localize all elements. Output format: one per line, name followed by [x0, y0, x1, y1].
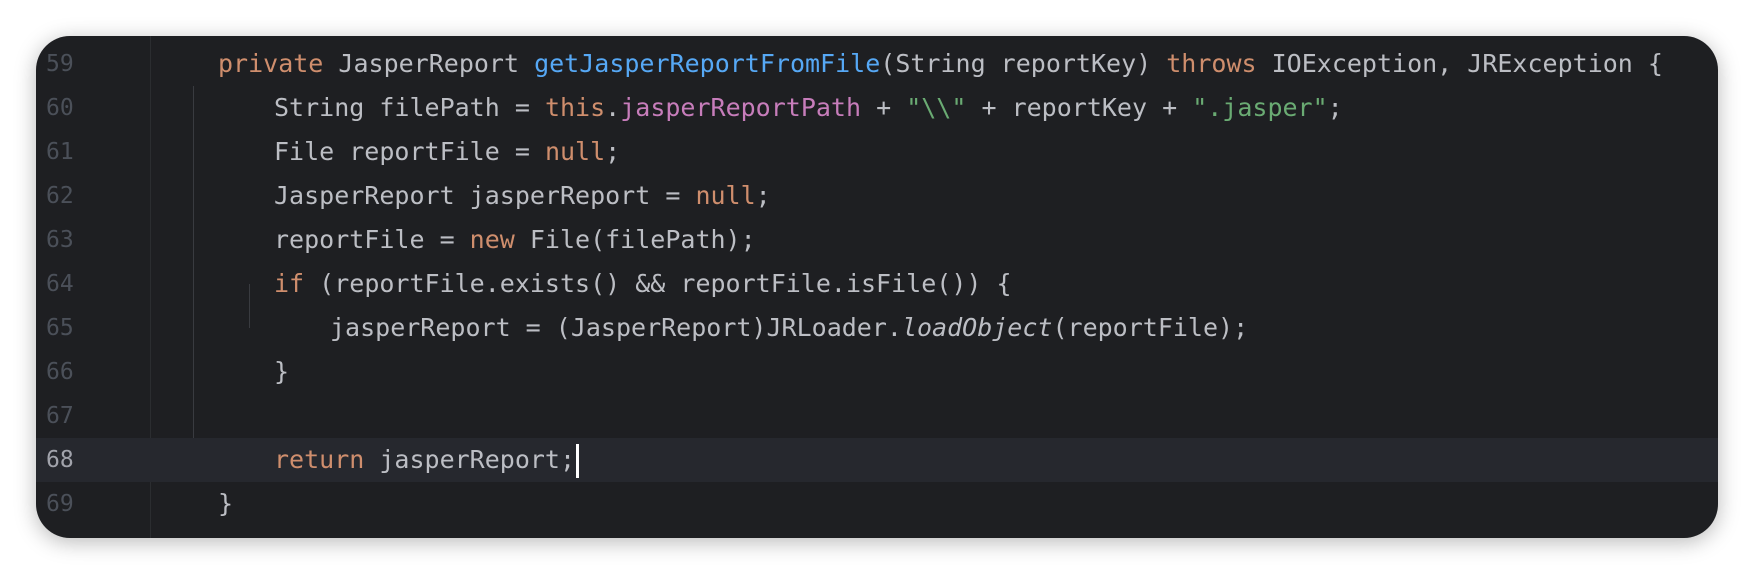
method-name-token: getJasperReportFromFile: [534, 49, 881, 78]
code-line[interactable]: 60 String filePath = this.jasperReportPat…: [36, 86, 1718, 130]
code-token: ;: [605, 137, 621, 166]
keyword-token: null: [695, 181, 756, 210]
text-caret: [576, 444, 580, 478]
code-line[interactable]: 61 File reportFile = null;: [36, 130, 1718, 174]
code-lines[interactable]: 59 private JasperReport getJasperReportFr…: [36, 42, 1718, 526]
code-text[interactable]: return jasperReport;: [274, 438, 580, 482]
code-line[interactable]: 66}: [36, 350, 1718, 394]
code-token: +: [861, 93, 907, 122]
code-token: reportFile =: [274, 225, 470, 254]
code-token: (String reportKey): [880, 49, 1167, 78]
code-text[interactable]: jasperReport = (JasperReport)JRLoader.lo…: [330, 306, 1248, 350]
code-line[interactable]: 63 reportFile = new File(filePath);: [36, 218, 1718, 262]
string-literal-token: ".jasper": [1192, 93, 1328, 122]
keyword-token: if: [274, 269, 305, 298]
line-number[interactable]: 67: [46, 394, 106, 438]
code-token: (reportFile);: [1052, 313, 1249, 342]
code-line[interactable]: 68 return jasperReport;: [36, 438, 1718, 482]
code-token: JasperReport: [323, 49, 535, 78]
code-line[interactable]: 62 JasperReport jasperReport = null;: [36, 174, 1718, 218]
static-call-token: loadObject: [901, 313, 1053, 342]
code-text[interactable]: if (reportFile.exists() && reportFile.is…: [274, 262, 1012, 306]
line-number[interactable]: 62: [46, 174, 106, 218]
code-text[interactable]: JasperReport jasperReport = null;: [274, 174, 771, 218]
keyword-token: return: [274, 445, 365, 474]
code-line[interactable]: 64 if (reportFile.exists() && reportFile.…: [36, 262, 1718, 306]
line-number[interactable]: 64: [46, 262, 106, 306]
code-token: IOException, JRException {: [1256, 49, 1663, 78]
code-token: String filePath =: [274, 93, 545, 122]
code-text[interactable]: String filePath = this.jasperReportPath …: [274, 86, 1343, 130]
line-number[interactable]: 59: [46, 42, 106, 86]
code-text[interactable]: reportFile = new File(filePath);: [274, 218, 756, 262]
line-number[interactable]: 68: [46, 438, 106, 482]
code-text[interactable]: }: [274, 350, 289, 394]
keyword-token: private: [218, 49, 324, 78]
keyword-token: null: [544, 137, 606, 166]
code-line[interactable]: 59 private JasperReport getJasperReportFr…: [36, 42, 1718, 86]
code-token: .: [605, 93, 621, 122]
code-token: File(filePath);: [514, 225, 756, 254]
field-token: jasperReportPath: [620, 93, 862, 122]
code-token: ;: [1327, 93, 1343, 122]
code-text[interactable]: private JasperReport getJasperReportFrom…: [218, 42, 1663, 86]
keyword-token: new: [469, 225, 515, 254]
code-token: }: [274, 357, 290, 386]
code-token: jasperReport;: [364, 445, 576, 474]
keyword-token: this: [544, 93, 606, 122]
code-text[interactable]: File reportFile = null;: [274, 130, 620, 174]
code-token: (reportFile.exists() && reportFile.isFil…: [304, 269, 1012, 298]
code-token: ;: [755, 181, 771, 210]
line-number[interactable]: 63: [46, 218, 106, 262]
code-line[interactable]: 69}: [36, 482, 1718, 526]
code-text[interactable]: }: [218, 482, 233, 526]
keyword-token: throws: [1166, 49, 1257, 78]
line-number[interactable]: 61: [46, 130, 106, 174]
code-token: JasperReport jasperReport =: [274, 181, 696, 210]
code-token: }: [218, 489, 234, 518]
line-number[interactable]: 66: [46, 350, 106, 394]
code-line[interactable]: 65 jasperReport = (JasperReport)JRLoader.…: [36, 306, 1718, 350]
code-token: + reportKey +: [966, 93, 1193, 122]
code-line[interactable]: 67: [36, 394, 1718, 438]
line-number[interactable]: 60: [46, 86, 106, 130]
code-editor[interactable]: 59 private JasperReport getJasperReportFr…: [36, 36, 1718, 538]
line-number[interactable]: 65: [46, 306, 106, 350]
code-token: File reportFile =: [274, 137, 545, 166]
string-literal-token: "\\": [906, 93, 967, 122]
line-number[interactable]: 69: [46, 482, 106, 526]
code-token: jasperReport = (JasperReport)JRLoader.: [330, 313, 902, 342]
